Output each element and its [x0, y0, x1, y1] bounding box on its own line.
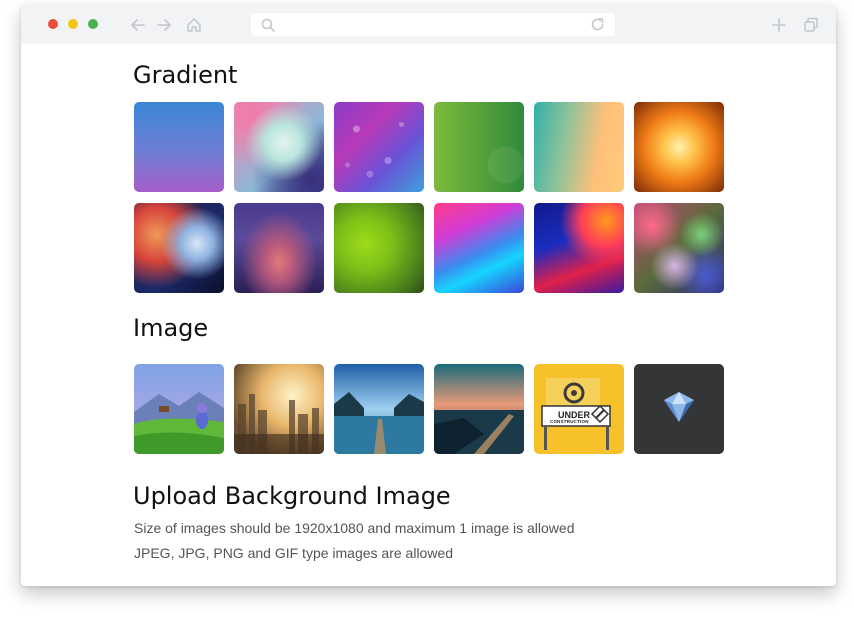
image-tile-game-character-meadow[interactable] — [134, 364, 224, 454]
gradient-grid — [134, 102, 726, 293]
gradient-tile-colorful-bokeh[interactable] — [634, 203, 724, 293]
gradient-tile-blue-purple[interactable] — [134, 102, 224, 192]
image-tile-lake-pier[interactable] — [334, 364, 424, 454]
gradient-tile-pink-blue-wave[interactable] — [434, 203, 524, 293]
upload-section-title: Upload Background Image — [133, 482, 451, 510]
arrow-left-icon[interactable] — [128, 15, 148, 35]
gradient-tile-fire-orange[interactable] — [634, 102, 724, 192]
upload-size-note: Size of images should be 1920x1080 and m… — [134, 520, 575, 536]
address-bar[interactable] — [251, 13, 615, 36]
maximize-window-button[interactable] — [88, 19, 98, 29]
upload-type-note: JPEG, JPG, PNG and GIF type images are a… — [134, 545, 454, 561]
image-grid: UNDER CONSTRUCTION — [134, 364, 726, 454]
gradient-section-title: Gradient — [133, 61, 238, 89]
under-construction-sublabel: CONSTRUCTION — [550, 419, 589, 424]
home-icon[interactable] — [184, 15, 204, 35]
image-tile-coastal-city-dusk[interactable] — [434, 364, 524, 454]
gradient-tile-lime-green[interactable] — [334, 203, 424, 293]
search-icon — [261, 18, 275, 32]
arrow-right-icon[interactable] — [154, 15, 174, 35]
image-tile-under-construction[interactable]: UNDER CONSTRUCTION — [534, 364, 624, 454]
browser-toolbar — [21, 5, 836, 44]
diamond-logo-icon — [664, 392, 694, 422]
plus-icon[interactable] — [769, 15, 789, 35]
gradient-tile-green[interactable] — [434, 102, 524, 192]
gradient-tile-blue-red-wave[interactable] — [534, 203, 624, 293]
image-tile-misty-city[interactable] — [234, 364, 324, 454]
minimize-window-button[interactable] — [68, 19, 78, 29]
close-window-button[interactable] — [48, 19, 58, 29]
tabs-icon[interactable] — [801, 15, 821, 35]
gradient-tile-teal-peach[interactable] — [534, 102, 624, 192]
browser-window: Gradient Image UNDER CONSTRUCTION Upload… — [21, 5, 836, 586]
reload-icon[interactable] — [590, 17, 605, 32]
gradient-tile-pastel-pink-teal[interactable] — [234, 102, 324, 192]
image-section-title: Image — [133, 314, 209, 342]
image-tile-diamond-logo[interactable] — [634, 364, 724, 454]
gradient-tile-purple-bokeh[interactable] — [334, 102, 424, 192]
gradient-tile-purple-dusk[interactable] — [234, 203, 324, 293]
gradient-tile-red-blue-blur[interactable] — [134, 203, 224, 293]
